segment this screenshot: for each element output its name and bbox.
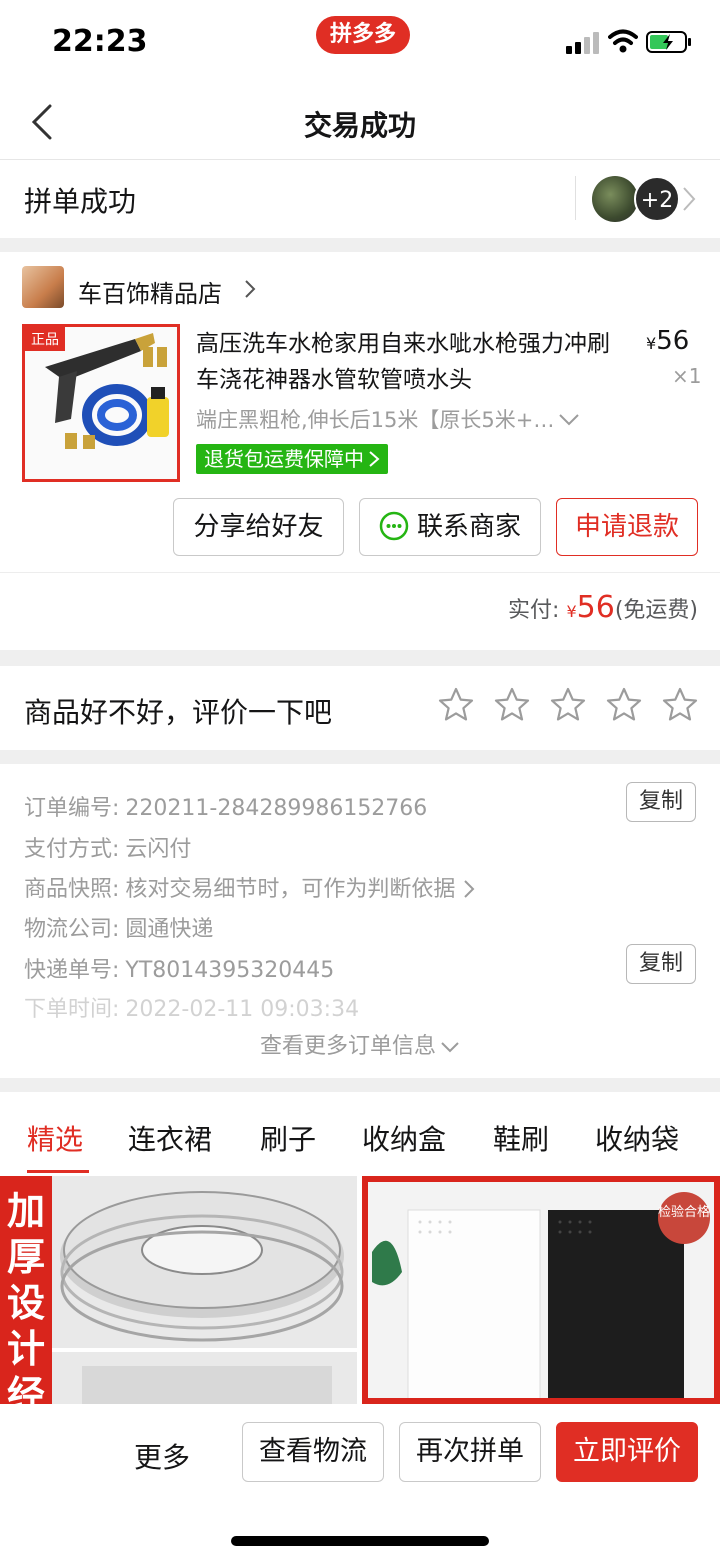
chat-icon — [379, 511, 409, 540]
tab-shoe-brush[interactable]: 鞋刷 — [493, 1118, 549, 1158]
pegboard-image: 检验合格 — [372, 1192, 710, 1398]
tracking-number-row: 快递单号: YT8014395320445 — [24, 952, 334, 984]
price-currency: ¥ — [646, 334, 657, 353]
review-now-button[interactable]: 立即评价 — [556, 1422, 698, 1482]
authentic-tag: 正品 — [25, 327, 65, 351]
snapshot-row[interactable]: 商品快照: 核对交易细节时，可作为判断依据 — [24, 871, 475, 903]
snapshot-hint: 核对交易细节时，可作为判断依据 — [125, 877, 456, 902]
chevron-right-icon — [369, 451, 380, 467]
stamp-text: 检验合格 — [658, 1204, 710, 1220]
refund-button[interactable]: 申请退款 — [556, 498, 698, 556]
group-success-bar[interactable]: 拼单成功 +2 — [0, 160, 720, 238]
chevron-down-icon — [559, 414, 580, 426]
product-price: ¥56 — [646, 326, 689, 356]
row-label: 商品快照: — [24, 877, 120, 902]
paid-currency: ¥ — [566, 602, 577, 621]
contact-label: 联系商家 — [416, 512, 521, 542]
chevron-right-icon — [464, 880, 475, 898]
return-shipping-badge[interactable]: 退货包运费保障中 — [196, 444, 388, 474]
foil-pad-image — [52, 1191, 357, 1404]
shop-name[interactable]: 车百饰精品店 — [78, 274, 222, 309]
group-success-label: 拼单成功 — [24, 185, 137, 218]
paid-amount: 实付: ¥56(免运费) — [508, 590, 698, 625]
chevron-right-icon — [683, 187, 696, 211]
battery-charging-icon — [646, 31, 691, 53]
shop-avatar[interactable] — [22, 266, 64, 308]
price-value: 56 — [656, 326, 690, 356]
more-info-label: 查看更多订单信息 — [259, 1034, 436, 1059]
order-number-row: 订单编号: 220211-284289986152766 — [24, 790, 427, 822]
home-indicator — [231, 1536, 489, 1546]
group-divider — [575, 176, 576, 220]
rating-prompt: 商品好不好，评价一下吧 — [24, 696, 333, 729]
product-quantity: ×1 — [672, 364, 702, 388]
divider — [0, 572, 720, 573]
payment-method: 云闪付 — [125, 837, 192, 862]
nav-bar: 交易成功 — [0, 84, 720, 160]
star-icon[interactable] — [549, 686, 587, 724]
signal-icon — [566, 32, 599, 54]
star-icon[interactable] — [493, 686, 531, 724]
logistics-company: 圆通快递 — [125, 917, 214, 942]
chevron-right-icon[interactable] — [244, 279, 256, 299]
more-button[interactable]: 更多 — [134, 1436, 190, 1476]
recommend-tabs: 精选 连衣裙 刷子 收纳盒 鞋刷 收纳袋 — [0, 1092, 720, 1176]
promo-banner-text: 加厚设计经 — [0, 1176, 52, 1404]
paid-value: 56 — [576, 590, 615, 625]
member-avatar — [592, 176, 638, 222]
product-title[interactable]: 高压洗车水枪家用自来水呲水枪强力冲刷车浇花神器水管软管喷水头 — [196, 326, 626, 398]
order-number: 220211-284289986152766 — [125, 796, 428, 821]
feed-item-foil-pads[interactable]: 加厚设计经 — [0, 1176, 357, 1404]
tab-brushes[interactable]: 刷子 — [260, 1118, 316, 1158]
order-time-row: 下单时间: 2022-02-11 09:03:34 — [24, 991, 359, 1023]
brand-badge: 拼多多 — [316, 16, 411, 54]
feed-item-pegboard[interactable]: 检验合格 — [362, 1176, 720, 1404]
badge-text: 退货包运费保障中 — [204, 447, 364, 471]
row-label: 快递单号: — [24, 958, 120, 983]
chevron-down-icon — [441, 1042, 459, 1053]
contact-merchant-button[interactable]: 联系商家 — [359, 498, 541, 556]
tab-featured[interactable]: 精选 — [27, 1118, 83, 1158]
spec-text: 端庄黑粗枪,伸长后15米【原长5米+… — [196, 408, 555, 432]
payment-method-row: 支付方式: 云闪付 — [24, 831, 191, 863]
copy-order-number-button[interactable]: 复制 — [626, 782, 696, 822]
row-label: 下单时间: — [24, 997, 120, 1022]
paid-label: 实付: — [508, 598, 560, 623]
tab-storage-bag[interactable]: 收纳袋 — [595, 1118, 679, 1158]
shipping-note: (免运费) — [614, 598, 698, 623]
status-time: 22:23 — [52, 24, 148, 59]
row-label: 物流公司: — [24, 917, 120, 942]
tracking-number: YT8014395320445 — [125, 958, 335, 983]
share-button[interactable]: 分享给好友 — [173, 498, 344, 556]
active-tab-indicator — [27, 1170, 89, 1173]
star-icon[interactable] — [605, 686, 643, 724]
wifi-icon — [608, 29, 638, 53]
order-time: 2022-02-11 09:03:34 — [125, 997, 360, 1022]
view-logistics-button[interactable]: 查看物流 — [242, 1422, 384, 1482]
product-thumbnail[interactable]: 正品 — [22, 324, 180, 482]
star-icon[interactable] — [661, 686, 699, 724]
status-bar: 22:23 拼多多 — [0, 0, 720, 84]
logistics-company-row: 物流公司: 圆通快递 — [24, 911, 213, 943]
rating-section: 商品好不好，评价一下吧 — [0, 666, 720, 750]
copy-tracking-number-button[interactable]: 复制 — [626, 944, 696, 984]
group-again-button[interactable]: 再次拼单 — [399, 1422, 541, 1482]
product-spec[interactable]: 端庄黑粗枪,伸长后15米【原长5米+… — [196, 404, 616, 434]
view-more-order-info[interactable]: 查看更多订单信息 — [0, 1028, 720, 1060]
page-title: 交易成功 — [303, 109, 416, 142]
tab-storage-box[interactable]: 收纳盒 — [362, 1118, 446, 1158]
order-product-card: 车百饰精品店 正品 高压洗车水枪家用自来水呲水枪强力冲刷车浇花神器水管软管喷水头… — [0, 252, 720, 650]
tab-dresses[interactable]: 连衣裙 — [128, 1118, 212, 1158]
star-icon[interactable] — [437, 686, 475, 724]
order-info-section: 订单编号: 220211-284289986152766 复制 支付方式: 云闪付 … — [0, 764, 720, 1078]
recommend-feed: 加厚设计经 检验合格 — [0, 1176, 720, 1404]
row-label: 支付方式: — [24, 837, 120, 862]
row-label: 订单编号: — [24, 796, 120, 821]
bottom-action-bar: 更多 查看物流 再次拼单 立即评价 — [0, 1404, 720, 1558]
extra-members-badge: +2 — [634, 176, 680, 222]
